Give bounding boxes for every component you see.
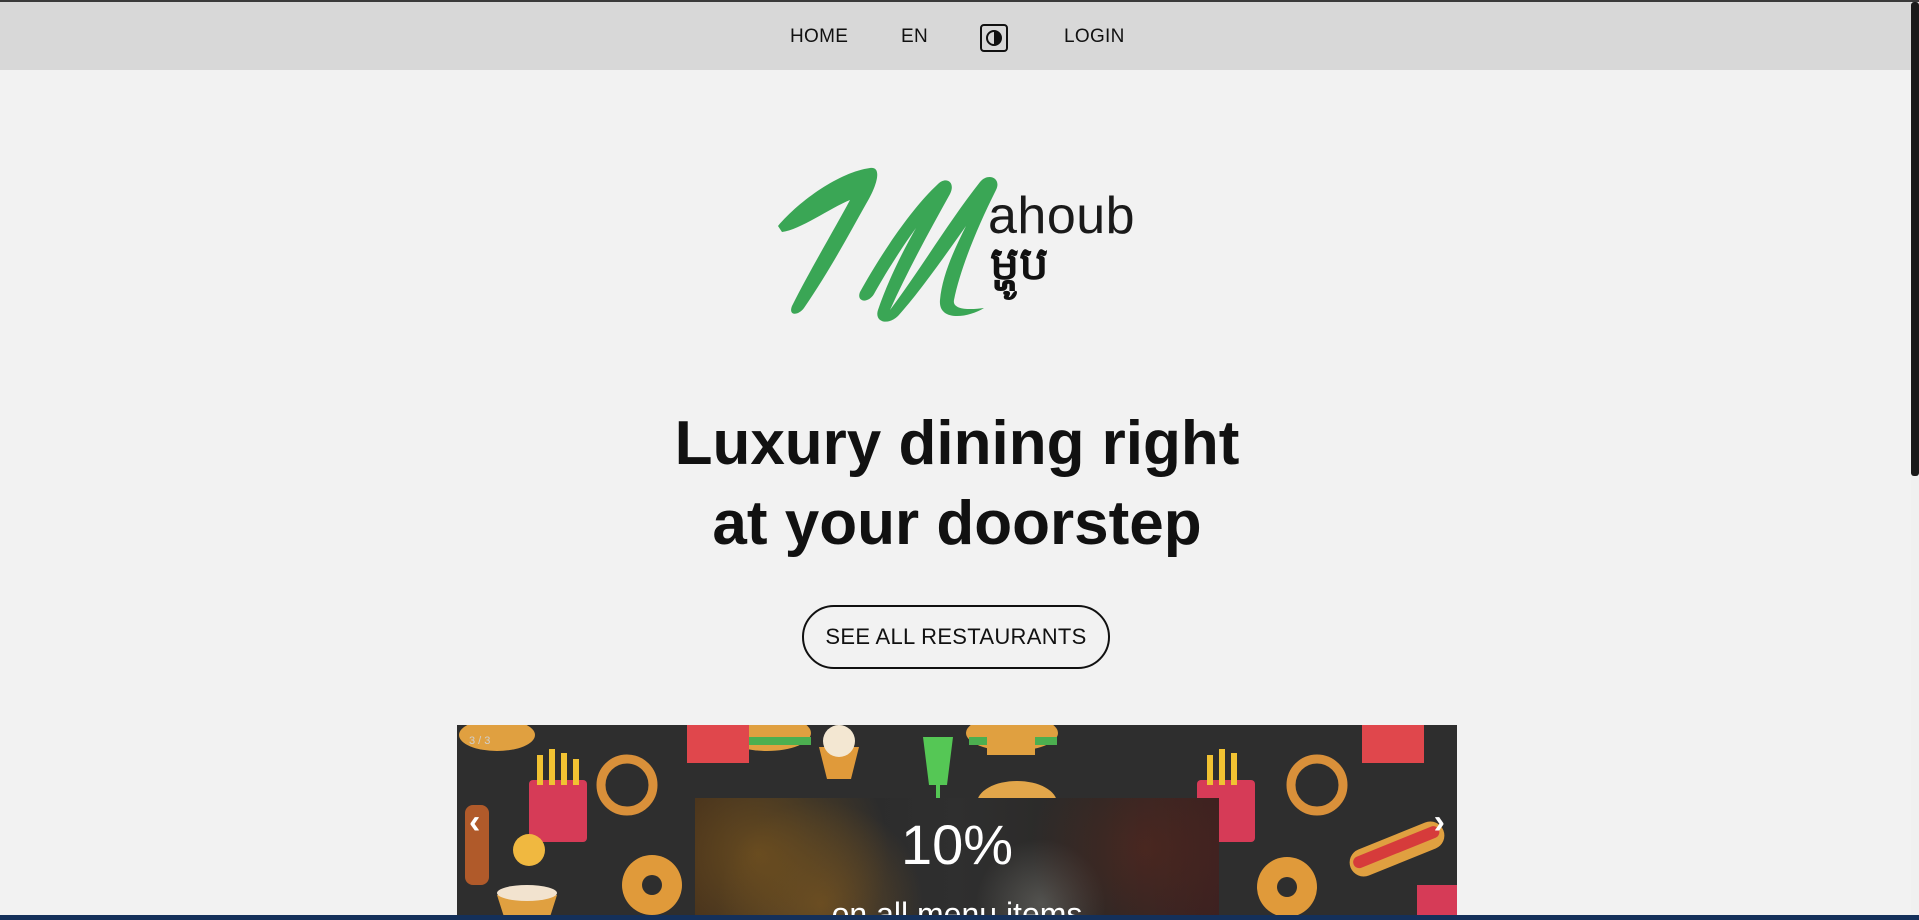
page-scrollbar-thumb[interactable] (1911, 2, 1919, 476)
promo-card[interactable]: 10% on all menu items (695, 798, 1219, 920)
hero-headline: Luxury dining right at your doorstep (560, 404, 1354, 564)
top-navbar: HOME EN LOGIN (0, 2, 1919, 70)
promo-carousel: 3 / 3 10% on all menu items ‹ › (457, 725, 1457, 920)
slide-counter: 3 / 3 (469, 735, 491, 747)
contrast-toggle-button[interactable] (980, 24, 1008, 52)
logo-m-mark (778, 167, 998, 322)
chevron-left-icon: ‹ (469, 803, 481, 841)
logo-wordmark-khmer: ម្ហូប (990, 237, 1049, 289)
nav-home-link[interactable]: HOME (790, 26, 848, 48)
nav-language-selector[interactable]: EN (901, 26, 928, 48)
bottom-edge-bar (0, 915, 1919, 920)
hero-headline-line-1: Luxury dining right (674, 409, 1240, 478)
promo-discount-value: 10% (900, 813, 1014, 876)
nav-login-link[interactable]: LOGIN (1064, 26, 1125, 48)
see-all-restaurants-button[interactable]: SEE ALL RESTAURANTS (802, 605, 1110, 669)
carousel-next-button[interactable]: › (1434, 805, 1445, 839)
carousel-prev-button[interactable]: ‹ (469, 805, 480, 839)
chevron-right-icon: › (1433, 803, 1445, 841)
hero-headline-line-2: at your doorstep (712, 489, 1202, 558)
contrast-icon (986, 30, 1002, 46)
